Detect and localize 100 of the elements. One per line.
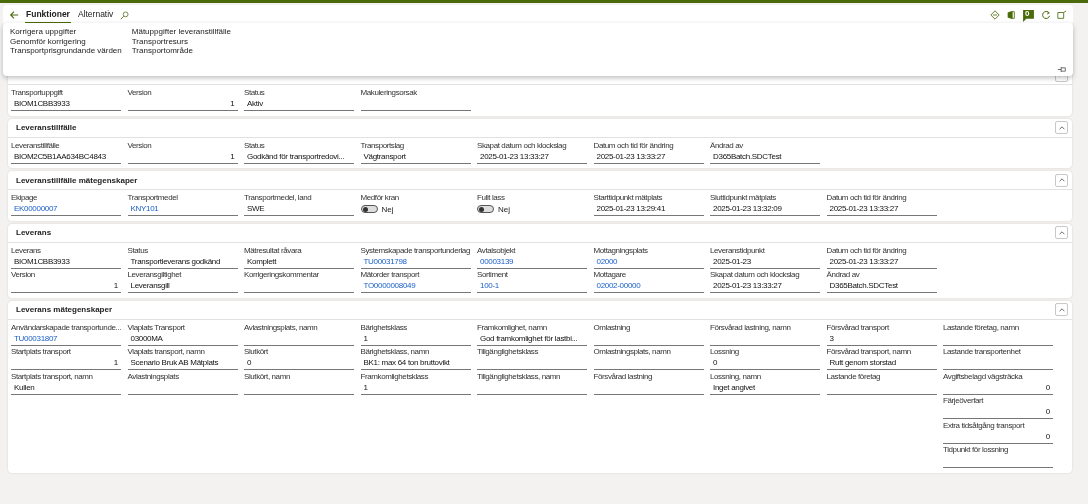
field-label: Försvårad transport	[826, 322, 890, 333]
field-label: Starttidpunkt mätplats	[593, 193, 664, 203]
input-field[interactable]: 0	[943, 406, 1053, 419]
input-field[interactable]: TU00031798	[360, 255, 471, 269]
input-field[interactable]: 2025-01-23 13:33:27	[826, 203, 937, 216]
field-label: Ekipage	[11, 193, 39, 203]
field-label: Tillgänglighetsklass	[477, 347, 540, 357]
input-field[interactable]: BIOM1CBB3933	[11, 98, 121, 111]
input-field[interactable]: Kullen	[11, 381, 121, 395]
input-field[interactable]: 1	[360, 381, 471, 395]
chevron-icon	[1057, 305, 1066, 314]
input-field[interactable]: Leveransgill	[127, 280, 238, 293]
field-label: Framkomlighetsklass	[360, 371, 430, 382]
input-field[interactable]: 3	[826, 332, 937, 346]
input-field[interactable]: 1	[11, 280, 121, 293]
input-field[interactable]: Scenario Bruk AB Mätplats	[127, 357, 238, 370]
menu-tab[interactable]: Alternativ	[76, 6, 115, 24]
input-field[interactable]: 2025-01-23 13:33:27	[826, 255, 937, 269]
field-label: Omlastning	[593, 322, 631, 333]
chat-icon[interactable]	[1022, 8, 1035, 22]
input-field[interactable]: Inget angivet	[710, 381, 820, 395]
menu-item[interactable]: Transportprisgrundande värden	[10, 46, 122, 56]
collapse-button[interactable]	[1055, 303, 1068, 316]
input-field[interactable]: God framkomlighet för lastbi...	[477, 332, 587, 346]
input-field[interactable]: 2025-01-23 13:29:41	[593, 203, 704, 216]
open-window-icon[interactable]	[1057, 10, 1067, 20]
field-label: Ändrad av	[710, 140, 744, 151]
input-field[interactable]: 0	[244, 357, 354, 370]
field-label: Leveranstillfälle	[11, 140, 61, 151]
toggle-switch[interactable]	[360, 205, 378, 213]
input-field[interactable]: 2025-01-23 13:33:27	[477, 150, 587, 164]
input-field[interactable]: 02002-00000	[593, 280, 704, 293]
input-field[interactable]: SWE	[244, 203, 354, 216]
field-label: Transportuppgift	[11, 88, 64, 98]
field-label: Transportmedel, land	[244, 193, 313, 203]
field-label: Version	[127, 88, 153, 98]
back-arrow-icon[interactable]	[9, 10, 19, 20]
field-label: Startplats transport	[11, 347, 72, 357]
field-label: Sortiment	[477, 270, 509, 280]
field-label: Försvårad lastning, namn	[710, 322, 792, 333]
field-label: Användarskapade transportunde...	[11, 322, 121, 333]
input-field[interactable]: 100-1	[477, 280, 587, 293]
office-icon[interactable]	[1006, 10, 1016, 20]
input-field[interactable]: EK00000007	[11, 203, 121, 216]
field-label: Version	[127, 140, 153, 151]
input-field[interactable]: 0	[943, 430, 1053, 444]
field-label: Status	[127, 245, 149, 256]
section-title: Leverans mätegenskaper	[16, 305, 113, 314]
notification-count: 0	[1025, 9, 1030, 18]
input-field[interactable]: Rutt genom storstad	[826, 357, 937, 370]
input-field[interactable]: Godkänd för transportredovi...	[244, 150, 354, 164]
input-field[interactable]: TO0000008049	[360, 280, 471, 293]
input-field[interactable]: 2025-01-23 13:33:27	[710, 280, 820, 293]
input-field[interactable]: 02000	[593, 255, 704, 269]
input-field[interactable]: D365Batch.SDCTest	[826, 280, 937, 293]
input-field[interactable]: Transportleverans godkänd	[127, 255, 238, 269]
field-label: Ändrad av	[826, 270, 861, 280]
input-field[interactable]: Aktiv	[244, 98, 354, 111]
field-label: Mottagare	[593, 270, 627, 280]
input-field[interactable]: 0	[943, 381, 1053, 395]
refresh-icon[interactable]	[1041, 10, 1051, 20]
pin-icon[interactable]	[1057, 66, 1067, 73]
menu-item[interactable]: Transportområde	[131, 46, 231, 56]
search-icon[interactable]	[120, 10, 130, 20]
input-field[interactable]: 1	[127, 98, 238, 111]
input-field[interactable]: 03000MA	[127, 332, 238, 346]
toggle-value: Nej	[381, 204, 394, 214]
input-field[interactable]: 2025-01-23 13:33:27	[593, 150, 704, 164]
input-field[interactable]: 00003139	[477, 255, 587, 269]
input-field[interactable]: D365Batch.SDCTest	[710, 150, 820, 164]
input-field[interactable]: BIOM1CBB3933	[11, 255, 121, 269]
menu-item[interactable]: Mätuppgifter leveranstillfälle	[131, 27, 231, 37]
chevron-icon	[1057, 228, 1066, 237]
input-field[interactable]: BK1: max 64 ton bruttovikt	[360, 357, 471, 370]
field-label: Bärighetsklass, namn	[360, 347, 430, 357]
field-label: Slutkört	[244, 347, 269, 357]
input-field[interactable]: BIOM2C5B1AA634BC4843	[11, 150, 121, 164]
input-field[interactable]: 1	[360, 332, 471, 346]
menu-item[interactable]: Transportresurs	[131, 36, 231, 46]
field-label: Lastande transportenhet	[943, 347, 1022, 357]
collapse-button[interactable]	[1055, 121, 1068, 134]
input-field[interactable]: Komplett	[244, 255, 354, 269]
diamond-icon[interactable]	[990, 10, 1000, 20]
input-field[interactable]: 0	[710, 357, 820, 370]
menu-item[interactable]: Genomför korrigering	[10, 36, 122, 46]
input-field[interactable]: 2025-01-23 13:32:09	[710, 203, 820, 216]
collapse-button[interactable]	[1055, 226, 1068, 239]
input-field[interactable]: 1	[11, 357, 121, 370]
field-label: Försvårad lastning	[593, 371, 654, 382]
field-label: Avtalsobjekt	[477, 245, 517, 256]
input-field[interactable]: 2025-01-23	[710, 255, 820, 269]
field-label: Status	[244, 140, 266, 151]
input-field[interactable]: KNY101	[127, 203, 238, 216]
menu-item[interactable]: Korrigera uppgifter	[10, 27, 122, 37]
field-label: Leveranstidpunkt	[710, 245, 766, 256]
toggle-switch[interactable]	[477, 205, 494, 213]
input-field[interactable]: 1	[127, 150, 238, 164]
field-label: Viaplats transport, namn	[127, 347, 206, 357]
input-field[interactable]: TU00031807	[11, 332, 121, 346]
input-field[interactable]: Vägtransport	[360, 150, 471, 164]
